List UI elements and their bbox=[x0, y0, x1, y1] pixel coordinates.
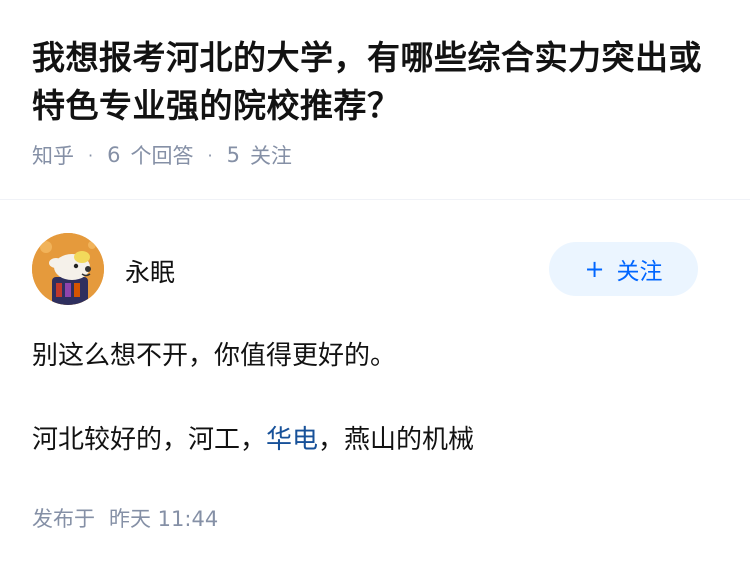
plus-icon: + bbox=[584, 255, 605, 283]
zhihu-question-page: 我想报考河北的大学，有哪些综合实力突出或特色专业强的院校推荐？ 知乎 · 6 个… bbox=[0, 0, 750, 568]
meta-separator: · bbox=[207, 145, 213, 165]
avatar[interactable] bbox=[32, 233, 104, 305]
follow-author-button[interactable]: + 关注 bbox=[549, 242, 698, 296]
follow-count: 5 bbox=[226, 143, 240, 167]
question-title[interactable]: 我想报考河北的大学，有哪些综合实力突出或特色专业强的院校推荐？ bbox=[32, 34, 722, 130]
publish-info: 发布于 昨天 11:44 bbox=[32, 503, 218, 533]
question-meta: 知乎 · 6 个回答 · 5 关注 bbox=[32, 140, 718, 170]
answer-count-label[interactable]: 个回答 bbox=[130, 140, 193, 170]
follow-count-label: 关注 bbox=[249, 144, 292, 168]
answer-card: 永眠 + 关注 bbox=[0, 201, 750, 311]
author-row: 永眠 + 关注 bbox=[32, 201, 718, 311]
answer-count: 6 bbox=[107, 143, 121, 167]
meta-separator: · bbox=[88, 145, 94, 165]
answer-paragraph: 别这么想不开，你值得更好的。 bbox=[32, 341, 397, 371]
topic-link-huadian[interactable]: 华电 bbox=[266, 425, 318, 455]
author-name[interactable]: 永眠 bbox=[125, 253, 175, 289]
site-name[interactable]: 知乎 bbox=[32, 140, 74, 170]
publish-time: 昨天 11:44 bbox=[109, 507, 219, 531]
publish-label: 发布于 bbox=[32, 507, 95, 531]
answer-paragraph: 河北较好的，河工，华电，燕山的机械 bbox=[32, 421, 474, 459]
answer-text: 河北较好的，河工， bbox=[32, 425, 267, 455]
question-header: 我想报考河北的大学，有哪些综合实力突出或特色专业强的院校推荐？ 知乎 · 6 个… bbox=[0, 0, 750, 200]
avatar-illustration-icon bbox=[32, 233, 104, 305]
answer-text: ，燕山的机械 bbox=[318, 425, 475, 455]
follow-button-label: 关注 bbox=[616, 259, 663, 285]
